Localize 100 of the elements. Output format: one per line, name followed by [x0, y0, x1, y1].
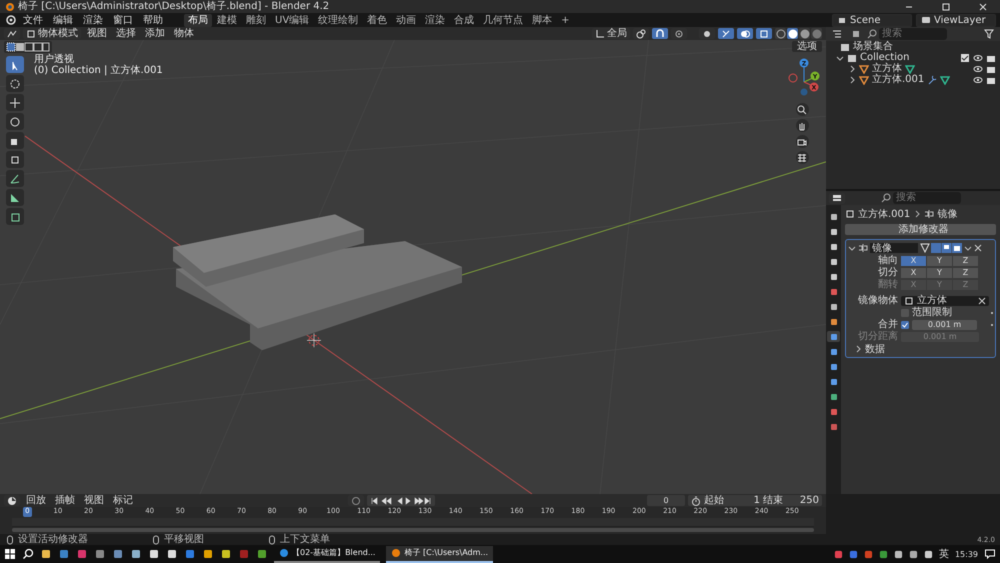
checkbox-label[interactable]: 范围限制	[912, 307, 952, 318]
workspace-tab[interactable]: 纹理绘制	[314, 14, 362, 26]
add-workspace-button[interactable]: +	[557, 14, 574, 26]
mesh-data-icon[interactable]	[940, 74, 950, 84]
mirror-object-field[interactable]: 立方体	[901, 296, 989, 306]
outliner-item[interactable]: 立方体	[826, 63, 1000, 74]
app-icon[interactable]	[166, 548, 178, 560]
eye-icon[interactable]	[973, 74, 983, 84]
auto-keying-button[interactable]	[348, 495, 364, 506]
properties-search-field[interactable]: 搜索	[893, 192, 961, 204]
close-icon[interactable]	[974, 244, 982, 252]
taskbar-window-button[interactable]: 【02-基础篇】Blend...	[274, 546, 380, 562]
chevron-right-icon[interactable]	[848, 64, 856, 72]
workspace-tab[interactable]: 建模	[213, 14, 241, 26]
menu-item[interactable]: 视图	[81, 494, 107, 507]
mode-dropdown[interactable]: 物体模式	[23, 28, 81, 39]
add-modifier-button[interactable]: 添加修改器	[845, 224, 996, 235]
shading-mode-button[interactable]	[799, 28, 810, 39]
zoom-button[interactable]	[796, 103, 808, 116]
windows-start-icon[interactable]	[4, 548, 16, 560]
scrollbar[interactable]	[12, 528, 814, 532]
workspace-tab[interactable]: 布局	[184, 14, 212, 26]
checkbox-icon[interactable]	[901, 308, 909, 316]
camera-view-button[interactable]	[796, 135, 808, 148]
chevron-right-icon[interactable]	[854, 345, 862, 353]
gizmo-toggle-button[interactable]	[718, 28, 734, 39]
outliner-item[interactable]: 场景集合	[826, 41, 1000, 52]
tool-button[interactable]	[6, 113, 24, 130]
axis-toggle[interactable]: Z	[953, 256, 978, 266]
stopwatch-icon[interactable]	[691, 496, 701, 506]
tool-button[interactable]	[6, 132, 24, 149]
menu-item[interactable]: 添加	[142, 27, 168, 40]
pivot-point-button[interactable]	[633, 28, 649, 39]
tool-button[interactable]	[6, 75, 24, 92]
menu-item[interactable]: 窗口	[110, 14, 136, 26]
tool-button[interactable]	[6, 170, 24, 187]
scene-selector[interactable]: Scene	[832, 14, 912, 26]
menu-item[interactable]: 视图	[84, 27, 110, 40]
checked-checkbox-icon[interactable]	[901, 320, 909, 328]
workspace-tab[interactable]: 几何节点	[479, 14, 528, 26]
app-icon[interactable]	[256, 548, 268, 560]
overlay-toggle-button[interactable]	[737, 28, 753, 39]
clear-icon[interactable]	[978, 296, 986, 304]
outliner-item[interactable]: 立方体.001	[826, 74, 1000, 85]
end-frame-field[interactable]: 结束 250	[763, 495, 819, 506]
modifier-display-toggles[interactable]	[920, 243, 962, 253]
menu-item[interactable]: 标记	[110, 494, 136, 507]
mesh-data-icon[interactable]	[905, 64, 915, 74]
orientation-dropdown[interactable]: 全局	[592, 28, 630, 39]
wrench-icon[interactable]	[927, 74, 938, 84]
modifier-name-field[interactable]: 镜像	[870, 243, 918, 253]
axis-toggle[interactable]: X	[901, 268, 926, 278]
workspace-tab[interactable]: 脚本	[528, 14, 556, 26]
properties-tab[interactable]	[827, 331, 840, 342]
app-icon[interactable]	[220, 548, 232, 560]
subpanel-header[interactable]: 数据	[865, 344, 885, 354]
workspace-tab[interactable]: 着色	[363, 14, 392, 26]
tool-button[interactable]	[6, 94, 24, 111]
xray-toggle-button[interactable]	[756, 28, 772, 39]
options-dropdown[interactable]: 选项	[792, 41, 822, 52]
menu-item[interactable]: 选择	[113, 27, 139, 40]
menu-item[interactable]: 编辑	[50, 14, 76, 26]
axis-toggle[interactable]: Z	[953, 268, 978, 278]
blender-logo-icon[interactable]	[4, 14, 16, 26]
app-icon[interactable]	[148, 548, 160, 560]
workspace-tab[interactable]: 雕刻	[242, 14, 270, 26]
checkbox-icon[interactable]	[960, 52, 970, 62]
menu-item[interactable]: 回放	[23, 494, 49, 507]
workspace-tab[interactable]: 动画	[392, 14, 420, 26]
shading-mode-button[interactable]	[775, 28, 786, 39]
tool-button[interactable]	[6, 189, 24, 206]
clock[interactable]: 15:39	[954, 550, 978, 558]
input-method-indicator[interactable]: 英	[938, 547, 949, 561]
app-icon[interactable]	[40, 548, 52, 560]
mesh-object-drawing[interactable]	[173, 214, 462, 350]
chevron-down-icon[interactable]	[848, 244, 856, 252]
tool-button[interactable]	[6, 151, 24, 168]
chevron-down-icon[interactable]	[964, 244, 972, 252]
menu-item[interactable]: 渲染	[80, 14, 106, 26]
outliner-search-field[interactable]: 搜索	[879, 28, 947, 40]
axis-toggle[interactable]: Y	[927, 268, 952, 278]
app-icon[interactable]	[202, 548, 214, 560]
eye-icon[interactable]	[973, 64, 983, 74]
menu-item[interactable]: 文件	[20, 14, 46, 26]
search-icon[interactable]	[22, 548, 34, 560]
merge-distance-field[interactable]: 0.001 m	[912, 320, 977, 330]
menu-item[interactable]: 物体	[171, 27, 197, 40]
chevron-right-icon[interactable]	[848, 76, 856, 84]
current-frame-field[interactable]: 0	[647, 495, 685, 506]
menu-item[interactable]: 插帧	[52, 494, 78, 507]
editor-type-button[interactable]	[4, 28, 20, 39]
axis-toggle[interactable]: X	[901, 256, 926, 266]
workspace-tab[interactable]: UV编辑	[271, 14, 314, 26]
perspective-toggle-button[interactable]	[796, 151, 808, 164]
editor-type-button[interactable]	[4, 495, 20, 506]
workspace-tab[interactable]: 合成	[450, 14, 478, 26]
view-layer-selector[interactable]: ViewLayer	[916, 14, 996, 26]
editor-type-button[interactable]	[829, 192, 845, 204]
outliner-item[interactable]: Collection	[826, 52, 1000, 63]
notification-icon[interactable]	[984, 548, 996, 560]
